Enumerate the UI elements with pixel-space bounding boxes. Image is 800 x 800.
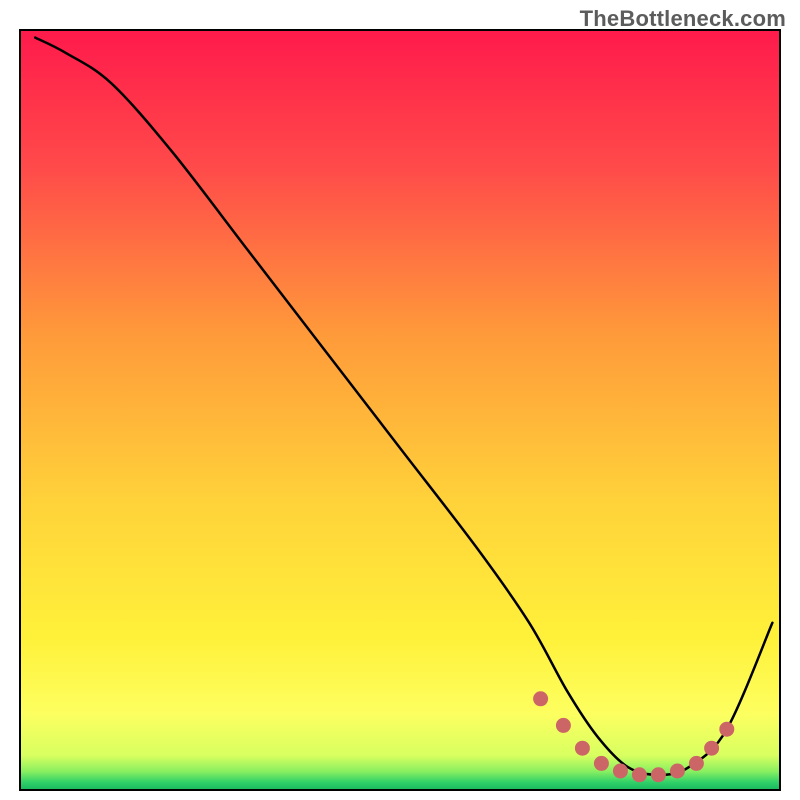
watermark-text: TheBottleneck.com bbox=[580, 6, 786, 32]
optimal-dot bbox=[594, 756, 609, 771]
plot-area bbox=[20, 30, 780, 790]
optimal-dot bbox=[719, 722, 734, 737]
optimal-dot bbox=[689, 756, 704, 771]
optimal-dot bbox=[651, 767, 666, 782]
optimal-dot bbox=[556, 718, 571, 733]
optimal-dot bbox=[632, 767, 647, 782]
optimal-dot bbox=[704, 741, 719, 756]
optimal-dot bbox=[670, 764, 685, 779]
plot-svg bbox=[0, 0, 800, 800]
gradient-background bbox=[20, 30, 780, 790]
optimal-dot bbox=[613, 764, 628, 779]
optimal-dot bbox=[533, 691, 548, 706]
bottleneck-chart: TheBottleneck.com bbox=[0, 0, 800, 800]
optimal-dot bbox=[575, 741, 590, 756]
